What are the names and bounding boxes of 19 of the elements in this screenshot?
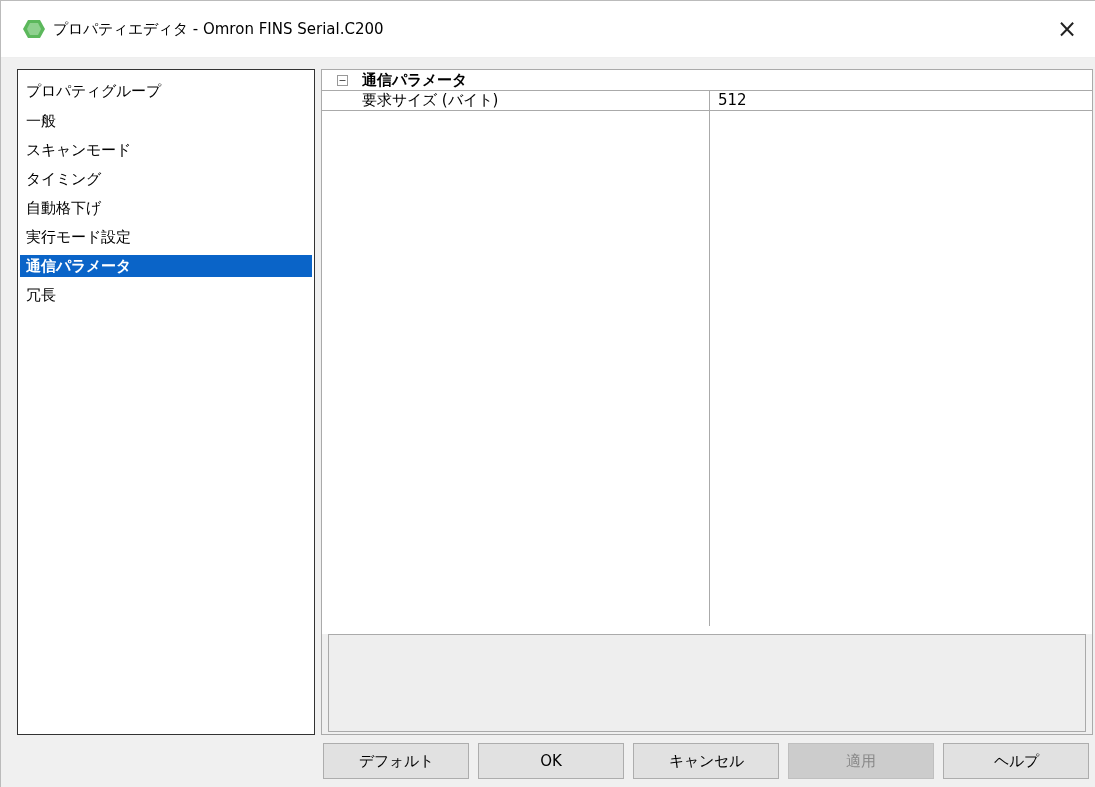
list-item[interactable]: 冗長: [20, 284, 312, 306]
list-item[interactable]: 一般: [20, 110, 312, 132]
property-name: 要求サイズ (バイト): [322, 91, 710, 110]
list-header: プロパティグループ: [25, 81, 163, 102]
property-value[interactable]: 512: [710, 91, 1092, 110]
dialog-button[interactable]: OK: [478, 743, 624, 779]
list-item[interactable]: 通信パラメータ: [20, 255, 312, 277]
app-logo-icon: [23, 19, 45, 39]
list-item[interactable]: タイミング: [20, 168, 312, 190]
dialog-button[interactable]: キャンセル: [633, 743, 779, 779]
collapse-icon[interactable]: [337, 74, 348, 86]
list-item[interactable]: スキャンモード: [20, 139, 312, 161]
window-title: プロパティエディタ - Omron FINS Serial.C200: [53, 19, 384, 39]
list-item[interactable]: 自動格下げ: [20, 197, 312, 219]
category-title: 通信パラメータ: [362, 70, 467, 90]
dialog-button[interactable]: ヘルプ: [943, 743, 1089, 779]
list-item[interactable]: 実行モード設定: [20, 226, 312, 248]
dialog-button[interactable]: デフォルト: [323, 743, 469, 779]
close-button[interactable]: ×: [1052, 15, 1081, 43]
